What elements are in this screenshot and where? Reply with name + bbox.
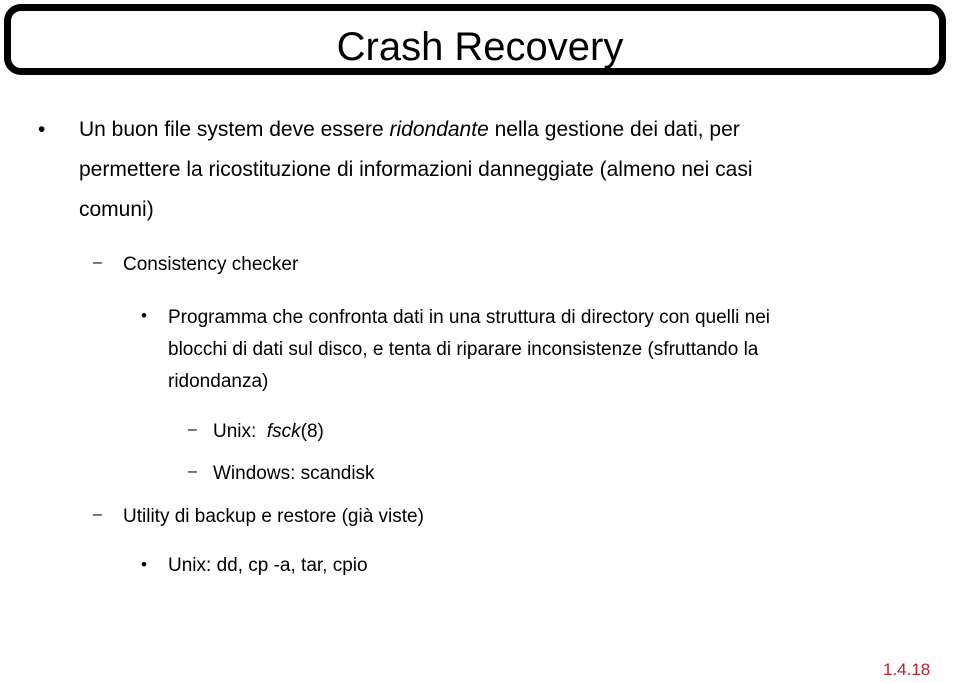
example-unix: Unix: fsck(8) — [213, 419, 324, 445]
example-windows: Windows: scandisk — [213, 463, 375, 484]
text-span: Unix: — [213, 421, 267, 442]
dash-icon: – — [93, 254, 102, 271]
emphasis-ridondante: ridondante — [389, 118, 489, 141]
page-number: 1.4.18 — [883, 660, 931, 679]
text-span: (8) — [300, 421, 324, 442]
sub1-label: Consistency checker — [123, 254, 299, 275]
sub2-item: Unix: dd, cp -a, tar, cpio — [168, 555, 368, 576]
sub1-item-line3: ridondanza) — [168, 371, 269, 392]
slide-title-text: Crash Recovery — [336, 25, 624, 69]
bullet-icon: • — [141, 306, 147, 325]
dash-icon: – — [188, 463, 197, 480]
sub2-label: Utility di backup e restore (già viste) — [123, 506, 424, 527]
bullet1-line2: permettere la ricostituzione di informaz… — [79, 158, 753, 181]
bullet1-line1: Un buon file system deve essere ridondan… — [79, 117, 740, 143]
text-span: Un buon file system deve essere — [79, 118, 390, 141]
sub1-item-line1: Programma che confronta dati in una stru… — [168, 307, 770, 328]
dash-icon: – — [93, 506, 102, 523]
sub1-item-line2: blocchi di dati sul disco, e tenta di ri… — [168, 339, 759, 360]
bullet-icon: • — [141, 555, 147, 574]
text-span: nella gestione dei dati, per — [488, 118, 740, 141]
slide-title: Crash Recovery — [0, 22, 960, 72]
emphasis-fsck: fsck — [266, 421, 301, 442]
dash-icon: – — [188, 421, 197, 438]
bullet-icon: • — [38, 118, 46, 141]
bullet1-line3: comuni) — [79, 198, 154, 221]
